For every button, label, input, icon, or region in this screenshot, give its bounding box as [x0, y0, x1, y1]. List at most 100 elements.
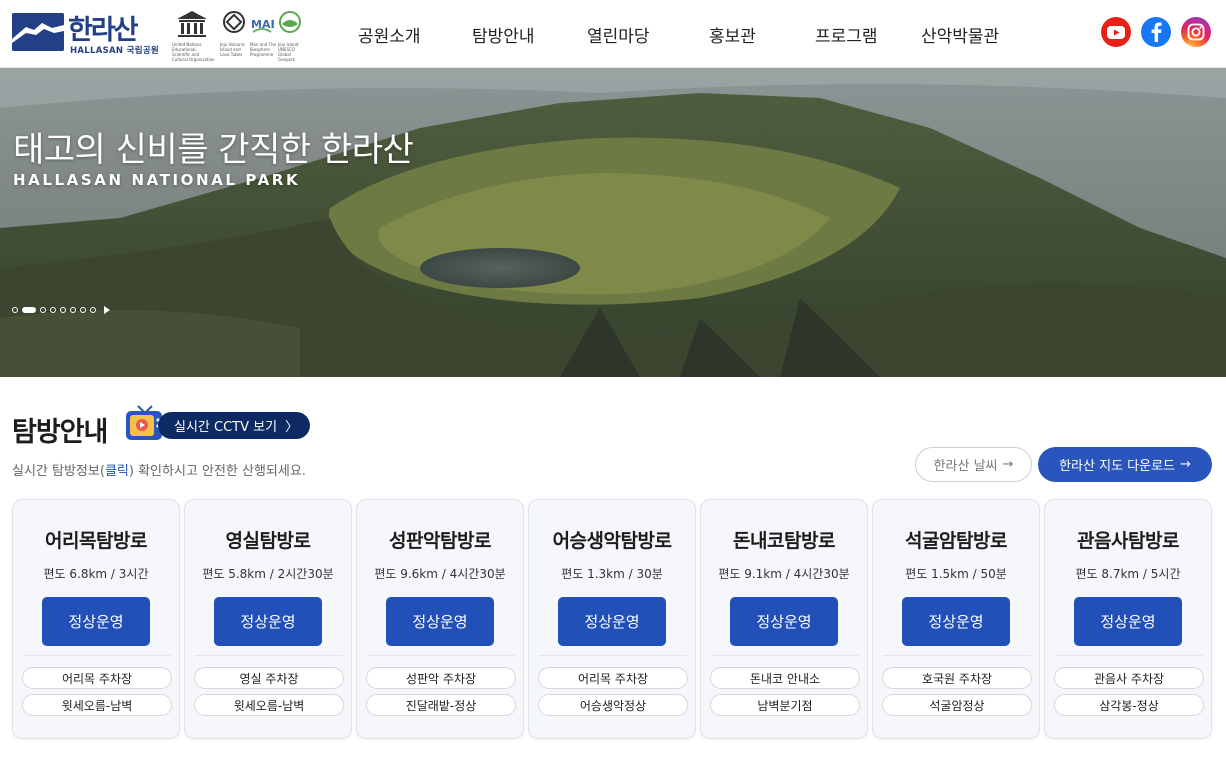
trail-info: 편도 8.7km / 5시간 — [1075, 567, 1181, 581]
trail-route-tag[interactable]: 윗세오름-남벽 — [194, 694, 344, 716]
chevron-right-icon: 〉 — [285, 420, 299, 435]
trail-card[interactable]: 어승생악탐방로 편도 1.3km / 30분 정상운영 어리목 주차장 어승생악… — [528, 499, 696, 739]
geopark-caption: Jeju Island UNESCO Global Geopark — [278, 42, 299, 62]
trail-info: 편도 1.3km / 30분 — [561, 567, 663, 581]
nav-item-museum[interactable]: 산악박물관 — [921, 22, 999, 47]
trail-card[interactable]: 돈내코탐방로 편도 9.1km / 4시간30분 정상운영 돈내코 안내소 남벽… — [700, 499, 868, 739]
divider — [883, 655, 1031, 656]
trail-start-tag[interactable]: 어리목 주차장 — [22, 667, 172, 689]
divider — [711, 655, 859, 656]
trail-card[interactable]: 성판악탐방로 편도 9.6km / 4시간30분 정상운영 성판악 주차장 진달… — [356, 499, 524, 739]
trail-route-tag[interactable]: 남벽분기점 — [710, 694, 860, 716]
trail-start-tag[interactable]: 영실 주차장 — [194, 667, 344, 689]
trail-start-tag[interactable]: 성판악 주차장 — [366, 667, 516, 689]
trail-route-tag[interactable]: 진달래밭-정상 — [366, 694, 516, 716]
slide-dot[interactable] — [90, 307, 96, 313]
weather-button[interactable]: 한라산 날씨 → — [915, 447, 1032, 482]
nav-item-pr[interactable]: 홍보관 — [709, 22, 756, 47]
desc-text-end: ) 확인하시고 안전한 산행되세요. — [128, 464, 306, 479]
trail-route-tag[interactable]: 어승생악정상 — [538, 694, 688, 716]
trail-name: 어승생악탐방로 — [552, 530, 672, 552]
mab-icon: MAB — [250, 10, 279, 42]
trail-info: 편도 9.1km / 4시간30분 — [718, 567, 850, 581]
world-heritage-icon — [222, 10, 246, 42]
slide-dot[interactable] — [80, 307, 86, 313]
trail-start-tag[interactable]: 호국원 주차장 — [882, 667, 1032, 689]
trail-start-tag[interactable]: 돈내코 안내소 — [710, 667, 860, 689]
trail-card[interactable]: 영실탐방로 편도 5.8km / 2시간30분 정상운영 영실 주차장 윗세오름… — [184, 499, 352, 739]
nav-item-visit-guide[interactable]: 탐방안내 — [472, 22, 535, 47]
trail-status-button[interactable]: 정상운영 — [214, 597, 322, 646]
trail-name: 돈내코탐방로 — [733, 530, 835, 552]
slide-dot[interactable] — [60, 307, 66, 313]
hallasan-logo[interactable]: 한라산 HALLASAN 국립공원 — [12, 10, 160, 58]
trail-status-button[interactable]: 정상운영 — [730, 597, 838, 646]
section-description: 실시간 탐방정보(클릭) 확인하시고 안전한 산행되세요. — [12, 460, 306, 479]
trail-route-tag[interactable]: 삼각봉-정상 — [1054, 694, 1204, 716]
heritage-caption: Jeju Volcanic Island and Lava Tubes — [220, 42, 246, 57]
instagram-icon[interactable] — [1181, 17, 1211, 47]
trail-info: 편도 6.8km / 3시간 — [43, 567, 149, 581]
trail-info: 편도 5.8km / 2시간30분 — [202, 567, 334, 581]
trail-name: 성판악탐방로 — [389, 530, 491, 552]
trail-name: 석굴암탐방로 — [905, 530, 1007, 552]
trail-card[interactable]: 관음사탐방로 편도 8.7km / 5시간 정상운영 관음사 주차장 삼각봉-정… — [1044, 499, 1212, 739]
logo-text: 한라산 — [68, 15, 139, 46]
hallasan-crater-image — [0, 68, 1226, 377]
trail-status-button[interactable]: 정상운영 — [386, 597, 494, 646]
trail-info: 편도 1.5km / 50분 — [905, 567, 1007, 581]
trail-cards: 어리목탐방로 편도 6.8km / 3시간 정상운영 어리목 주차장 윗세오름-… — [12, 499, 1224, 739]
slide-pagination — [12, 305, 110, 315]
geopark-icon — [278, 10, 302, 42]
nav-item-open-forum[interactable]: 열린마당 — [587, 22, 650, 47]
unesco-temple-icon — [176, 10, 208, 42]
cctv-button-label: 실시간 CCTV 보기 — [174, 420, 278, 435]
youtube-icon[interactable] — [1101, 17, 1131, 47]
trail-route-tag[interactable]: 석굴암정상 — [882, 694, 1032, 716]
divider — [23, 655, 171, 656]
cctv-button[interactable]: 실시간 CCTV 보기 〉 — [158, 412, 310, 439]
slide-dot[interactable] — [50, 307, 56, 313]
trail-route-tag[interactable]: 윗세오름-남벽 — [22, 694, 172, 716]
desc-text: 실시간 탐방정보( — [12, 464, 105, 479]
hero-title: 태고의 신비를 간직한 한라산 — [13, 130, 414, 170]
divider — [195, 655, 343, 656]
hero-banner[interactable]: 태고의 신비를 간직한 한라산 HALLASAN NATIONAL PARK — [0, 68, 1226, 377]
trail-name: 영실탐방로 — [225, 530, 311, 552]
nav-item-programs[interactable]: 프로그램 — [815, 22, 878, 47]
map-download-button[interactable]: 한라산 지도 다운로드 → — [1038, 447, 1212, 482]
slide-dot[interactable] — [70, 307, 76, 313]
trail-start-tag[interactable]: 어리목 주차장 — [538, 667, 688, 689]
site-header: 한라산 HALLASAN 국립공원 United Nations Educati… — [0, 0, 1226, 68]
mountain-logo-icon — [12, 13, 64, 51]
section-title: 탐방안내 — [12, 417, 108, 448]
trail-card[interactable]: 석굴암탐방로 편도 1.5km / 50분 정상운영 호국원 주차장 석굴암정상 — [872, 499, 1040, 739]
trail-status-button[interactable]: 정상운영 — [1074, 597, 1182, 646]
play-icon[interactable] — [104, 306, 110, 314]
trail-info: 편도 9.6km / 4시간30분 — [374, 567, 506, 581]
unesco-caption: United Nations Educational, Scientific a… — [172, 42, 215, 62]
facebook-icon[interactable] — [1141, 17, 1171, 47]
mab-caption: Man and The Biosphere Programme — [250, 42, 276, 57]
slide-dot[interactable] — [40, 307, 46, 313]
trail-card[interactable]: 어리목탐방로 편도 6.8km / 3시간 정상운영 어리목 주차장 윗세오름-… — [12, 499, 180, 739]
arrow-right-icon: → — [1002, 457, 1014, 472]
trail-name: 어리목탐방로 — [45, 530, 147, 552]
trail-status-button[interactable]: 정상운영 — [902, 597, 1010, 646]
map-download-label: 한라산 지도 다운로드 — [1059, 459, 1175, 474]
slide-dot-active[interactable] — [22, 307, 36, 313]
slide-dot[interactable] — [12, 307, 18, 313]
trail-status-button[interactable]: 정상운영 — [558, 597, 666, 646]
divider — [539, 655, 687, 656]
realtime-info-link[interactable]: 클릭 — [105, 464, 129, 479]
weather-button-label: 한라산 날씨 — [933, 459, 998, 474]
arrow-right-icon: → — [1180, 457, 1191, 472]
unesco-badges: United Nations Educational, Scientific a… — [170, 10, 305, 62]
nav-item-park-intro[interactable]: 공원소개 — [358, 22, 421, 47]
logo-subtext: HALLASAN 국립공원 — [70, 46, 160, 56]
trail-start-tag[interactable]: 관음사 주차장 — [1054, 667, 1204, 689]
trail-status-button[interactable]: 정상운영 — [42, 597, 150, 646]
divider — [1055, 655, 1203, 656]
trail-name: 관음사탐방로 — [1077, 530, 1179, 552]
divider — [367, 655, 515, 656]
